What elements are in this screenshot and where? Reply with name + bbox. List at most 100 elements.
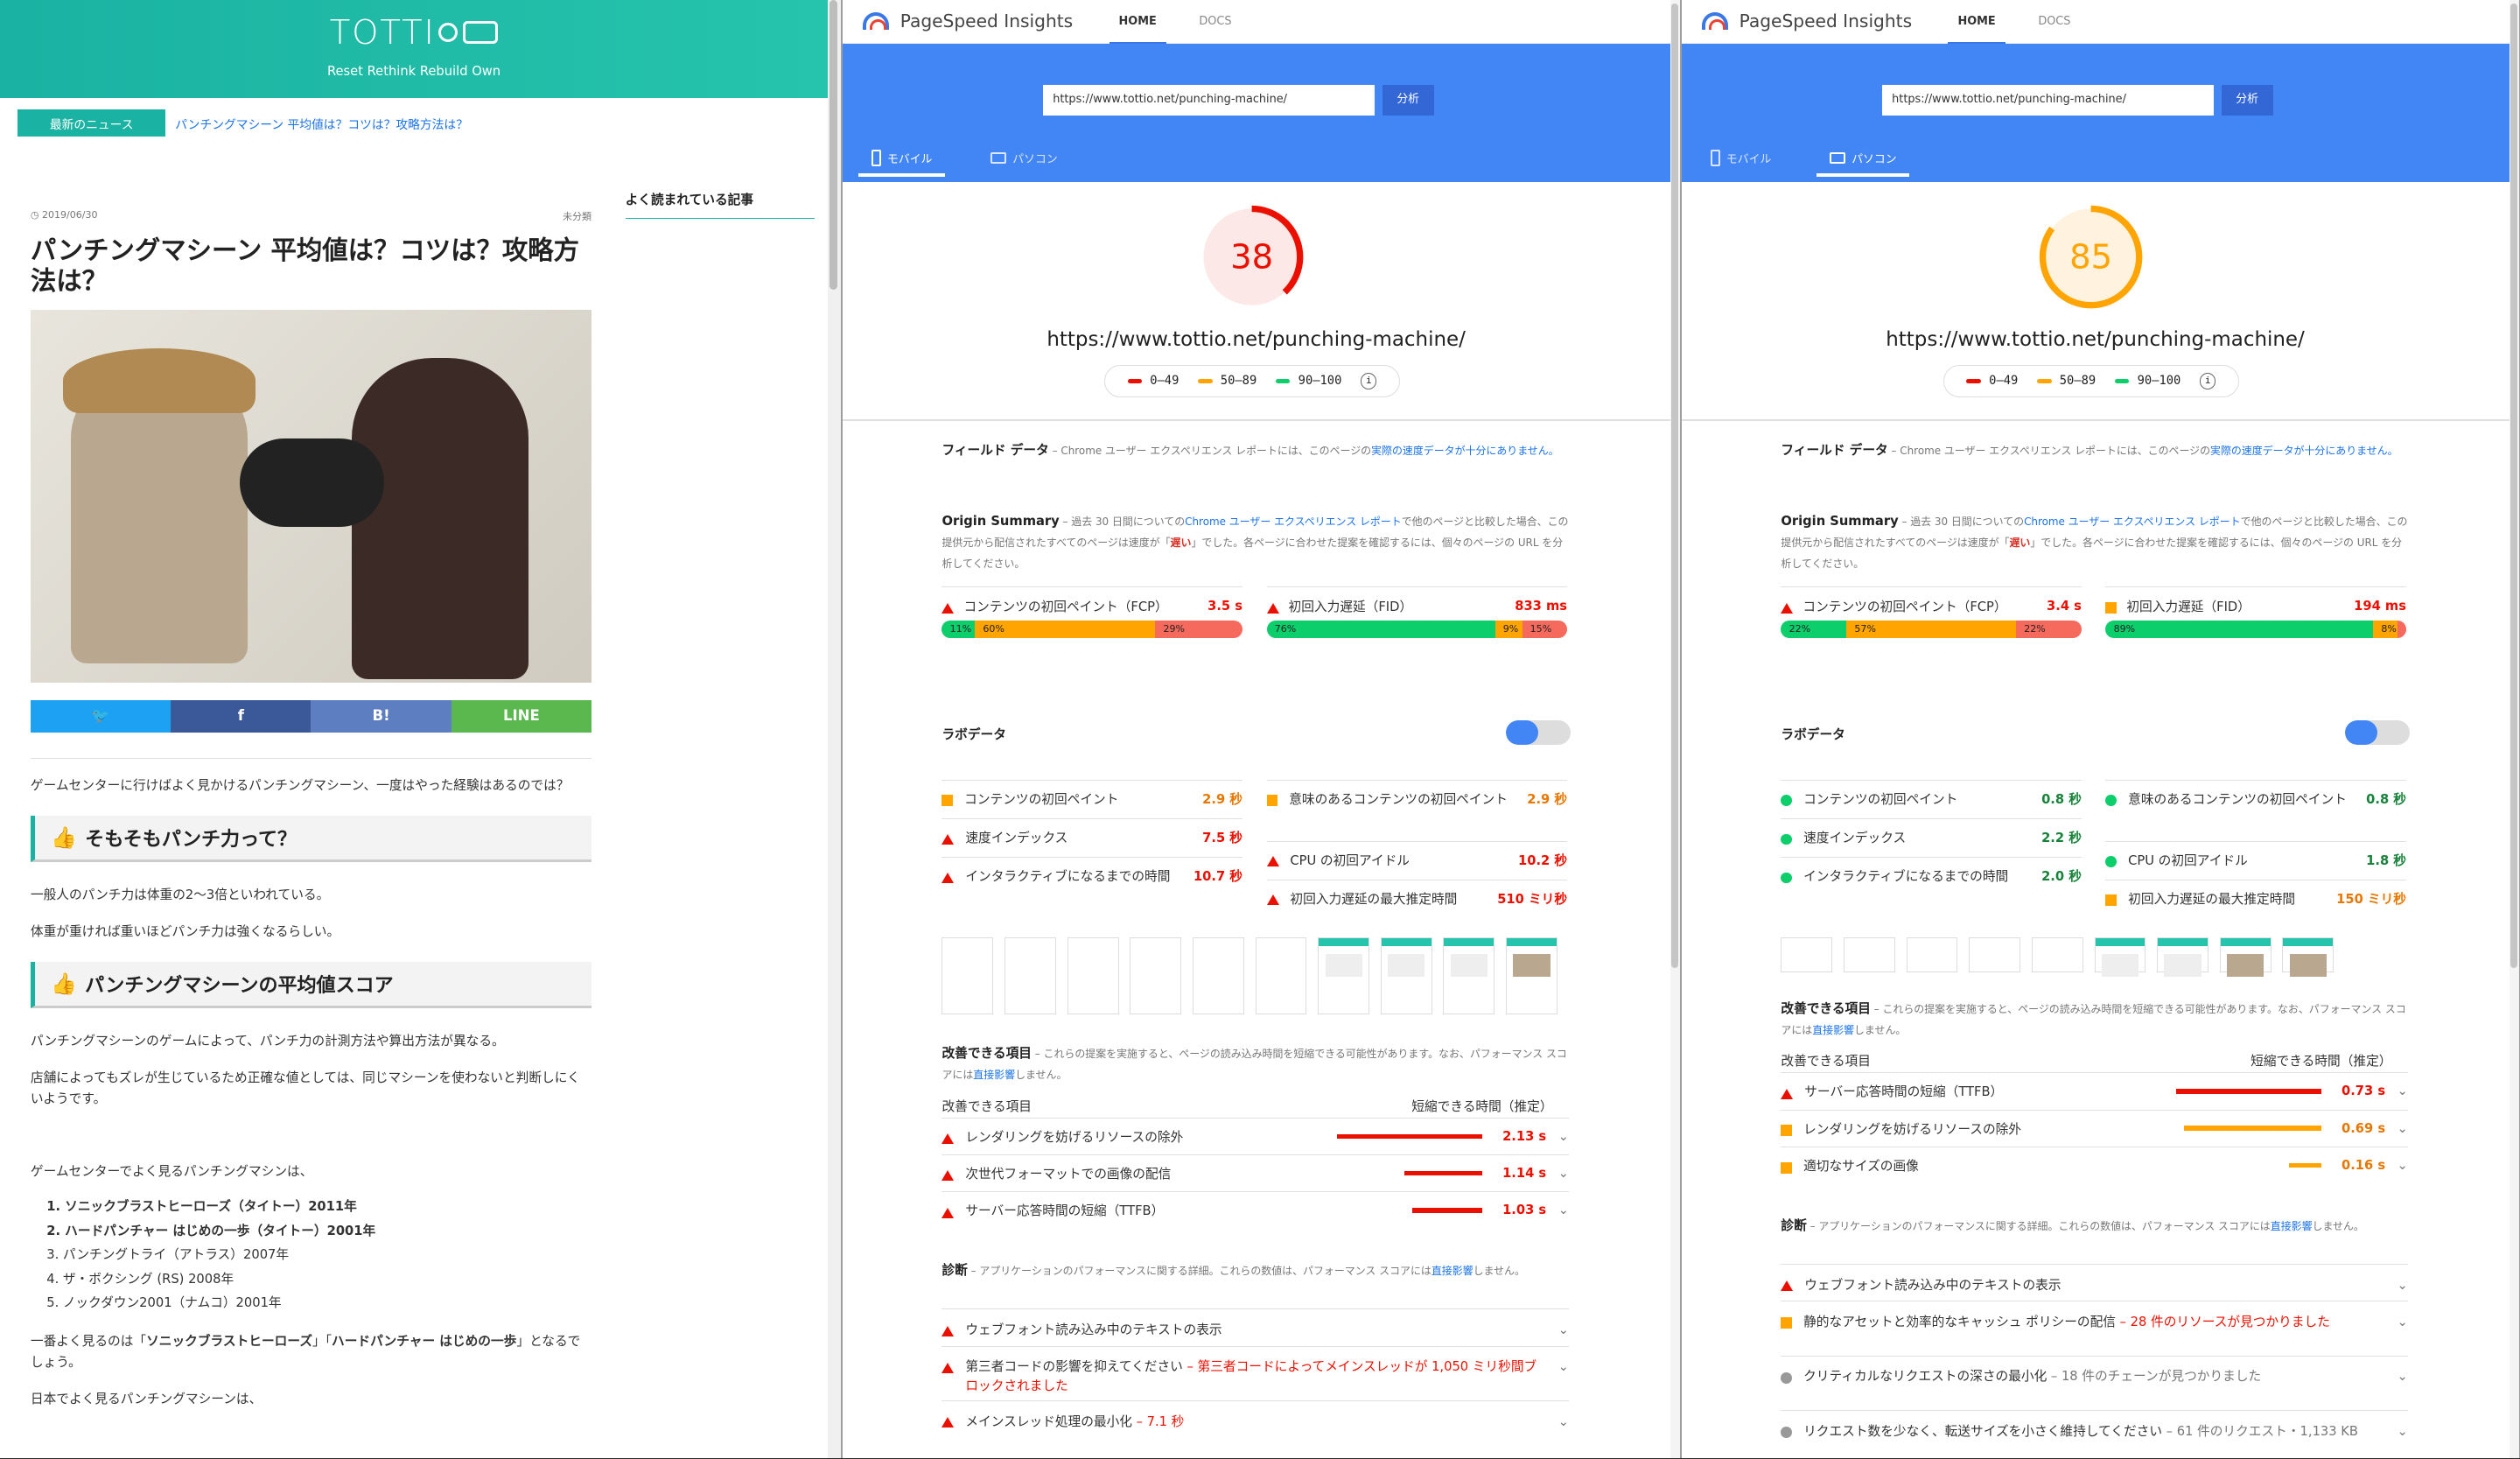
view-toggle[interactable] — [1506, 719, 1571, 745]
diagnostic-row[interactable]: リクエスト数を少なく、転送サイズを小さく維持してください – 61 件のリクエス… — [1781, 1410, 2408, 1449]
savings-bar — [1404, 1170, 1482, 1176]
direct-impact-link[interactable]: 直接影響 — [1812, 1024, 1854, 1036]
app-name: PageSpeed Insights — [1739, 11, 1913, 32]
chevron-down-icon[interactable]: ⌄ — [1546, 1166, 1569, 1181]
list-item: 3. パンチングトライ（アトラス）2007年 — [46, 1247, 290, 1263]
info-icon[interactable]: i — [2200, 373, 2216, 389]
filmstrip-frame — [1255, 936, 1307, 1015]
list-item: 5. ノックダウン2001（ナムコ）2001年 — [46, 1295, 282, 1311]
list-view-icon[interactable] — [1506, 719, 1538, 745]
url-input[interactable]: https://www.tottio.net/punching-machine/ — [1882, 85, 2214, 116]
chevron-down-icon[interactable]: ⌄ — [2385, 1121, 2408, 1136]
opportunity-row[interactable]: 適切なサイズの画像 0.16 s ⌄ — [1781, 1146, 2408, 1183]
direct-impact-link[interactable]: 直接影響 — [973, 1069, 1015, 1081]
psi-mobile-scrollbar[interactable] — [1670, 0, 1680, 1459]
pagespeed-desktop-window: PageSpeed Insights HOME DOCS https://www… — [1681, 0, 2510, 1459]
fcp-value: 3.5 s — [1208, 598, 1242, 614]
site-logo[interactable]: TOTTI — [0, 0, 828, 53]
psi-desktop-scrollbar[interactable] — [2509, 0, 2519, 1459]
lab-metric-fid: 初回入力遅延の最大推定時間 150 ミリ秒 — [2105, 879, 2406, 909]
article-title: パンチングマシーン 平均値は？コツは？攻略方法は？ — [30, 235, 579, 297]
chevron-down-icon[interactable]: ⌄ — [2385, 1276, 2408, 1295]
facebook-share-button[interactable]: f — [171, 700, 312, 733]
chevron-down-icon[interactable]: ⌄ — [2385, 1313, 2408, 1332]
opportunity-row[interactable]: レンダリングを妨げるリソースの除外 2.13 s ⌄ — [942, 1117, 1569, 1154]
news-link[interactable]: パンチングマシーン 平均値は？コツは？攻略方法は？ — [175, 115, 468, 132]
analyze-button[interactable]: 分析 — [1382, 85, 1434, 116]
opportunity-row[interactable]: レンダリングを妨げるリソースの除外 0.69 s ⌄ — [1781, 1109, 2408, 1147]
status-red-icon — [942, 1417, 955, 1428]
lab-data-title: ラボデータ — [1781, 727, 1845, 743]
lab-metric-si: 速度インデックス 2.2 秒 — [1781, 818, 2082, 848]
diagnostic-row[interactable]: 第三者コードの影響を抑えてください – 第三者コードによってメインスレッドが 1… — [942, 1345, 1569, 1405]
diagnostic-row[interactable]: メインスレッド処理の最小化 – 7.1 秒 ⌄ — [942, 1400, 1569, 1440]
hatena-share-button[interactable]: B! — [311, 700, 452, 733]
filmstrip-frame — [1192, 936, 1244, 1015]
field-data-link[interactable]: 実際の速度データが十分にありません。 — [2210, 445, 2398, 457]
filmstrip-frame — [2282, 936, 2334, 978]
blog-scrollbar[interactable] — [828, 0, 841, 1459]
table-view-icon[interactable] — [2377, 720, 2410, 745]
diagnostic-row[interactable]: ウェブフォント読み込み中のテキストの表示 ⌄ — [942, 1308, 1569, 1348]
status-orange-icon — [942, 795, 954, 807]
tab-docs[interactable]: DOCS — [1199, 15, 1231, 28]
diagnostics-section: 診断 – アプリケーションのパフォーマンスに関する詳細。これらの数値は、パフォー… — [942, 1263, 1525, 1279]
lab-metric-tti: インタラクティブになるまでの時間 10.7 秒 — [942, 857, 1242, 887]
analyzed-url: https://www.tottio.net/punching-machine/ — [1886, 327, 2305, 351]
lab-metric-fid: 初回入力遅延の最大推定時間 510 ミリ秒 — [1266, 879, 1568, 909]
filmstrip-frame — [1781, 936, 1833, 973]
lab-metric-cpu: CPU の初回アイドル 10.2 秒 — [1266, 840, 1568, 871]
direct-impact-link[interactable]: 直接影響 — [1432, 1265, 1474, 1277]
tab-docs[interactable]: DOCS — [2038, 15, 2070, 28]
opportunity-row[interactable]: サーバー応答時間の短縮（TTFB） 0.73 s ⌄ — [1781, 1072, 2408, 1109]
status-green-icon — [2105, 795, 2118, 807]
chevron-down-icon[interactable]: ⌄ — [2385, 1367, 2408, 1386]
chevron-down-icon[interactable]: ⌄ — [1546, 1129, 1569, 1144]
chevron-down-icon[interactable]: ⌄ — [1546, 1413, 1569, 1432]
url-input[interactable]: https://www.tottio.net/punching-machine/ — [1043, 85, 1375, 116]
post-date: ◷ 2019/06/30 — [30, 208, 98, 221]
info-icon[interactable]: i — [1361, 373, 1377, 389]
filmstrip-frame — [1443, 936, 1495, 1015]
screen: TOTTI Reset Rethink Rebuild Own 最新のニュース … — [0, 0, 2520, 1459]
line-share-button[interactable]: LINE — [451, 700, 592, 733]
news-ticker: 最新のニュース パンチングマシーン 平均値は？コツは？攻略方法は？ — [0, 108, 828, 138]
legend-pass: 90–100 — [1275, 374, 1341, 388]
opportunity-row[interactable]: 次世代フォーマットでの画像の配信 1.14 s ⌄ — [942, 1154, 1569, 1191]
list-view-icon[interactable] — [2345, 719, 2377, 745]
chevron-down-icon[interactable]: ⌄ — [1546, 1203, 1569, 1217]
tab-desktop[interactable]: パソコン — [1816, 150, 1910, 179]
tab-mobile[interactable]: モバイル — [858, 150, 946, 179]
lab-metric-fcp: コンテンツの初回ペイント 0.8 秒 — [1781, 779, 2082, 810]
direct-impact-link[interactable]: 直接影響 — [2271, 1220, 2313, 1232]
crux-link[interactable]: Chrome ユーザー エクスペリエンス レポート — [2024, 516, 2241, 528]
savings-bar — [1337, 1133, 1482, 1140]
crux-link[interactable]: Chrome ユーザー エクスペリエンス レポート — [1185, 516, 1402, 528]
chevron-down-icon[interactable]: ⌄ — [1546, 1357, 1569, 1377]
post-category[interactable]: 未分類 — [563, 209, 592, 223]
diagnostic-row[interactable]: ウェブフォント読み込み中のテキストの表示 ⌄ — [1781, 1263, 2408, 1303]
blog-window: TOTTI Reset Rethink Rebuild Own 最新のニュース … — [0, 0, 829, 1459]
distribution-segment: 22% — [2016, 621, 2082, 639]
view-toggle[interactable] — [2345, 719, 2410, 745]
diagnostic-row[interactable]: クリティカルなリクエストの深さの最小化 – 18 件のチェーンが見つかりました ⌄ — [1781, 1355, 2408, 1395]
tab-home[interactable]: HOME — [1948, 15, 2005, 46]
legend-fail: 0–49 — [1966, 374, 2018, 388]
tab-desktop[interactable]: パソコン — [990, 150, 1058, 166]
psi-url-bar: https://www.tottio.net/punching-machine/… — [842, 43, 1670, 182]
chevron-down-icon[interactable]: ⌄ — [2385, 1084, 2408, 1098]
analyze-button[interactable]: 分析 — [2221, 85, 2273, 116]
fid-value: 833 ms — [1515, 598, 1568, 614]
diagnostic-row[interactable]: 静的なアセットと効率的なキャッシュ ポリシーの配信 – 28 件のリソースが見つ… — [1781, 1301, 2408, 1340]
chevron-down-icon[interactable]: ⌄ — [1546, 1321, 1569, 1340]
twitter-share-button[interactable]: 🐦 — [30, 700, 172, 733]
tab-mobile[interactable]: モバイル — [1710, 150, 1771, 166]
field-data-link[interactable]: 実際の速度データが十分にありません。 — [1371, 445, 1559, 457]
tab-home[interactable]: HOME — [1109, 15, 1166, 46]
score-gauge: 85 — [2040, 206, 2143, 309]
pagespeed-mobile-window: PageSpeed Insights HOME DOCS https://www… — [842, 0, 1670, 1459]
opportunity-row[interactable]: サーバー応答時間の短縮（TTFB） 1.03 s ⌄ — [942, 1191, 1569, 1228]
chevron-down-icon[interactable]: ⌄ — [2385, 1158, 2408, 1173]
table-view-icon[interactable] — [1538, 720, 1571, 745]
chevron-down-icon[interactable]: ⌄ — [2385, 1422, 2408, 1441]
